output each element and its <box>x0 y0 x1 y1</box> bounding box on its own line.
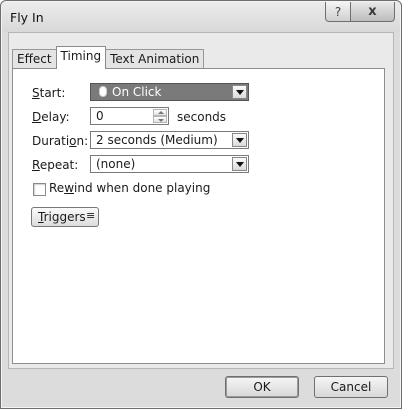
delay-spinner[interactable]: 0 <box>90 107 169 125</box>
repeat-dropdown[interactable]: (none) <box>90 155 249 173</box>
rewind-label[interactable]: Rewind when done playing <box>49 181 210 195</box>
close-icon: x <box>368 4 377 19</box>
title-bar[interactable]: Fly In ? x <box>2 2 400 32</box>
triggers-button[interactable]: Triggers ≡ <box>31 207 99 227</box>
dialog-title: Fly In <box>10 10 44 25</box>
duration-dropdown[interactable]: 2 seconds (Medium) <box>90 131 249 149</box>
rewind-checkbox[interactable] <box>33 183 46 196</box>
expand-chevron-icon: ≡ <box>86 209 96 222</box>
start-value: On Click <box>112 85 162 99</box>
ok-button[interactable]: OK <box>225 376 299 398</box>
help-button[interactable]: ? <box>325 2 351 22</box>
repeat-value: (none) <box>96 157 136 171</box>
duration-value: 2 seconds (Medium) <box>96 133 218 147</box>
delay-unit: seconds <box>177 110 227 124</box>
help-icon: ? <box>334 4 342 19</box>
tab-timing[interactable]: Timing <box>55 46 107 69</box>
chevron-down-icon[interactable] <box>232 85 247 99</box>
start-label: Start: <box>32 86 66 100</box>
duration-label: Duration: <box>32 134 89 148</box>
cancel-button[interactable]: Cancel <box>314 376 388 398</box>
tab-text-animation[interactable]: Text Animation <box>105 49 205 69</box>
repeat-label: Repeat: <box>32 158 79 172</box>
tab-effect[interactable]: Effect <box>12 49 57 69</box>
delay-label: Delay: <box>32 110 70 124</box>
mouse-icon <box>99 86 107 97</box>
spin-down-icon[interactable] <box>153 116 167 123</box>
start-dropdown[interactable]: On Click <box>90 83 249 101</box>
spin-up-icon[interactable] <box>153 109 167 116</box>
tab-strip: Effect Timing Text Animation <box>12 46 205 69</box>
close-button[interactable]: x <box>350 2 395 22</box>
chevron-down-icon[interactable] <box>232 157 247 171</box>
delay-value: 0 <box>96 109 104 123</box>
chevron-down-icon[interactable] <box>232 133 247 147</box>
